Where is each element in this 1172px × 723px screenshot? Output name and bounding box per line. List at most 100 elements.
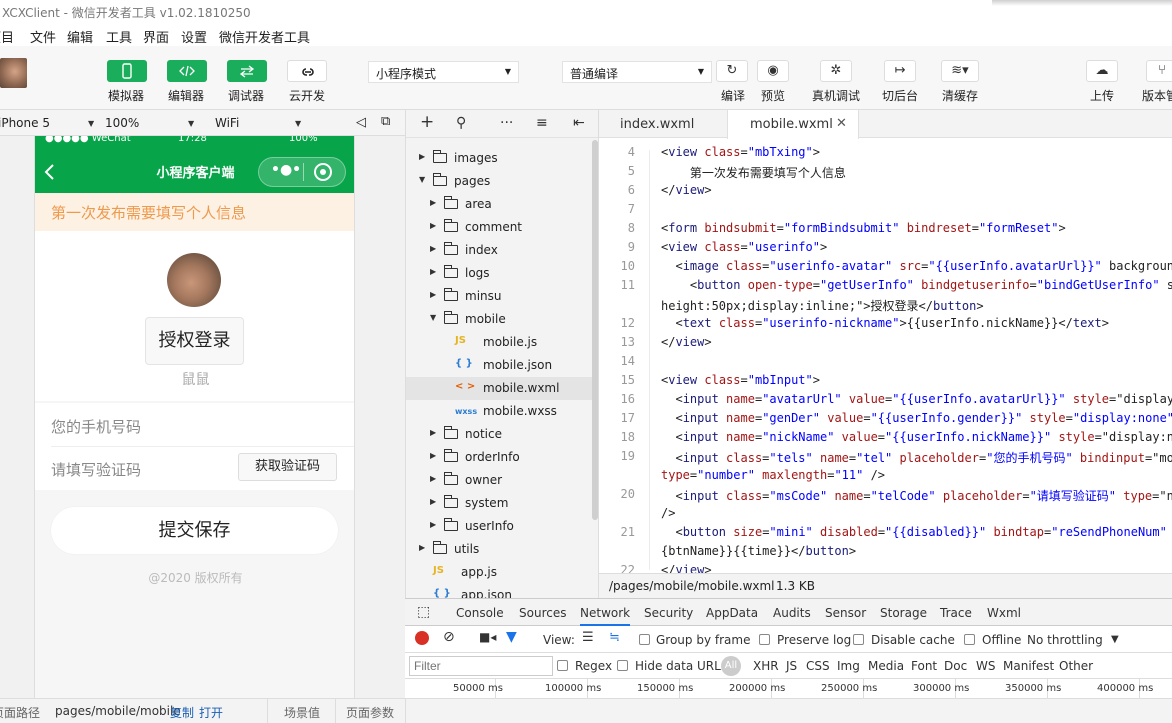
type-doc[interactable]: Doc [944,659,967,673]
type-all-button[interactable]: All [721,656,741,676]
menu-file[interactable]: 文件 [30,27,56,46]
background-button[interactable]: ↦ [884,60,916,82]
verify-code-input[interactable]: 请填写验证码 [51,459,141,480]
chevron-right-icon[interactable]: ▶ [419,152,425,161]
offline-checkbox[interactable] [964,634,975,645]
inspect-icon[interactable]: ⬚ [417,604,430,620]
copy-link[interactable]: 复制 [170,704,194,721]
regex-checkbox[interactable] [557,660,568,671]
tab-sensor[interactable]: Sensor [825,606,866,620]
cloud-button[interactable] [287,60,327,82]
tab-sources[interactable]: Sources [519,606,566,620]
tree-file[interactable]: JS mobile.js [406,331,598,354]
menu-tools[interactable]: 工具 [106,27,132,46]
refresh-button[interactable]: ↻ [716,60,748,82]
sort-icon[interactable]: ≡ [536,115,548,131]
tree-file[interactable]: { } app.json [406,584,598,598]
close-miniprogram-icon[interactable] [314,163,332,181]
tree-folder[interactable]: ▶ orderInfo [406,446,598,469]
tab-appdata[interactable]: AppData [706,606,758,620]
mode-select[interactable]: 小程序模式 ▼ [368,61,519,83]
camera-icon[interactable]: ■◂ [479,630,496,644]
type-xhr[interactable]: XHR [753,659,779,673]
more-icon[interactable]: ··· [500,115,513,131]
group-by-frame-checkbox[interactable] [639,634,650,645]
tree-folder[interactable]: ▶ utils [406,538,598,561]
chevron-right-icon[interactable]: ▶ [430,198,436,207]
chevron-right-icon[interactable]: ▶ [419,543,425,552]
menu-settings[interactable]: 设置 [181,27,207,46]
tree-file[interactable]: { } mobile.json [406,354,598,377]
more-icon[interactable]: •●• [271,162,301,178]
explorer-scrollbar[interactable] [592,140,598,520]
remote-debug-button[interactable]: ✲ [820,60,852,82]
upload-button[interactable]: ☁ [1086,60,1118,82]
preserve-log-checkbox[interactable] [759,634,770,645]
clear-icon[interactable]: ⊘ [443,629,455,645]
search-icon[interactable]: ⚲ [456,115,466,131]
user-avatar[interactable] [0,58,27,88]
throttling-select[interactable]: No throttling [1027,633,1103,647]
phone-number-input[interactable]: 您的手机号码 [51,416,141,437]
chevron-down-icon[interactable]: ▼ [430,313,436,322]
tree-folder[interactable]: ▶ minsu [406,285,598,308]
tree-folder[interactable]: ▶ notice [406,423,598,446]
tree-folder[interactable]: ▼ pages [406,170,598,193]
tree-file[interactable]: < > mobile.wxml [406,377,598,400]
tab-security[interactable]: Security [644,606,693,620]
chevron-right-icon[interactable]: ▶ [430,267,436,276]
chevron-right-icon[interactable]: ▶ [430,221,436,230]
tab-network[interactable]: Network [580,606,631,626]
tree-file[interactable]: JS app.js [406,561,598,584]
menu-wechat-devtools[interactable]: 微信开发者工具 [219,27,310,46]
tree-folder[interactable]: ▶ logs [406,262,598,285]
compile-select[interactable]: 普通编译 ▼ [562,61,712,83]
get-code-button[interactable]: 获取验证码 [238,453,337,481]
menu-view[interactable]: 界面 [143,27,169,46]
window-icon[interactable]: ⧉ [381,114,390,129]
tab-index-wxml[interactable]: index.wxml [599,110,721,138]
tree-folder[interactable]: ▶ area [406,193,598,216]
chevron-right-icon[interactable]: ▶ [430,520,436,529]
simulator-button[interactable] [107,60,147,82]
type-css[interactable]: CSS [806,659,830,673]
tab-trace[interactable]: Trace [940,606,972,620]
submit-button[interactable]: 提交保存 [51,507,338,554]
tree-file[interactable]: wxss mobile.wxss [406,400,598,423]
tree-folder[interactable]: ▼ mobile [406,308,598,331]
add-icon[interactable]: + [420,112,434,132]
network-select[interactable]: WiFi [215,116,239,130]
scene-value[interactable]: 场景值 [284,704,320,721]
device-model-select[interactable]: iPhone 5 [0,116,50,130]
type-js[interactable]: JS [786,659,797,673]
chevron-down-icon[interactable]: ▼ [419,175,425,184]
tab-wxml[interactable]: Wxml [987,606,1021,620]
tree-folder[interactable]: ▶ comment [406,216,598,239]
auth-login-button[interactable]: 授权登录 [145,317,244,365]
type-ws[interactable]: WS [976,659,995,673]
volume-icon[interactable]: ◁ [356,115,366,130]
collapse-icon[interactable]: ⇤ [573,115,585,131]
page-params[interactable]: 页面参数 [346,704,394,721]
chevron-right-icon[interactable]: ▶ [430,451,436,460]
hide-data-urls-checkbox[interactable] [617,660,628,671]
tree-folder[interactable]: ▶ owner [406,469,598,492]
tab-storage[interactable]: Storage [880,606,927,620]
tab-mobile-wxml[interactable]: mobile.wxml ✕ [727,110,859,139]
chevron-right-icon[interactable]: ▶ [430,244,436,253]
zoom-select[interactable]: 100% [105,116,139,130]
open-link[interactable]: 打开 [199,704,223,721]
type-other[interactable]: Other [1059,659,1093,673]
debugger-button[interactable] [227,60,267,82]
close-icon[interactable]: ✕ [836,116,847,131]
menu-project[interactable]: 项目 [0,27,14,46]
clear-cache-button[interactable]: ≋▾ [941,60,979,82]
type-media[interactable]: Media [868,659,904,673]
type-font[interactable]: Font [911,659,937,673]
record-icon[interactable] [415,631,429,645]
list-view-icon[interactable]: ☰ [582,630,594,645]
disable-cache-checkbox[interactable] [853,634,864,645]
version-button[interactable]: ⑂ [1146,60,1172,82]
tree-folder[interactable]: ▶ system [406,492,598,515]
preview-button[interactable]: ◉ [757,60,789,82]
